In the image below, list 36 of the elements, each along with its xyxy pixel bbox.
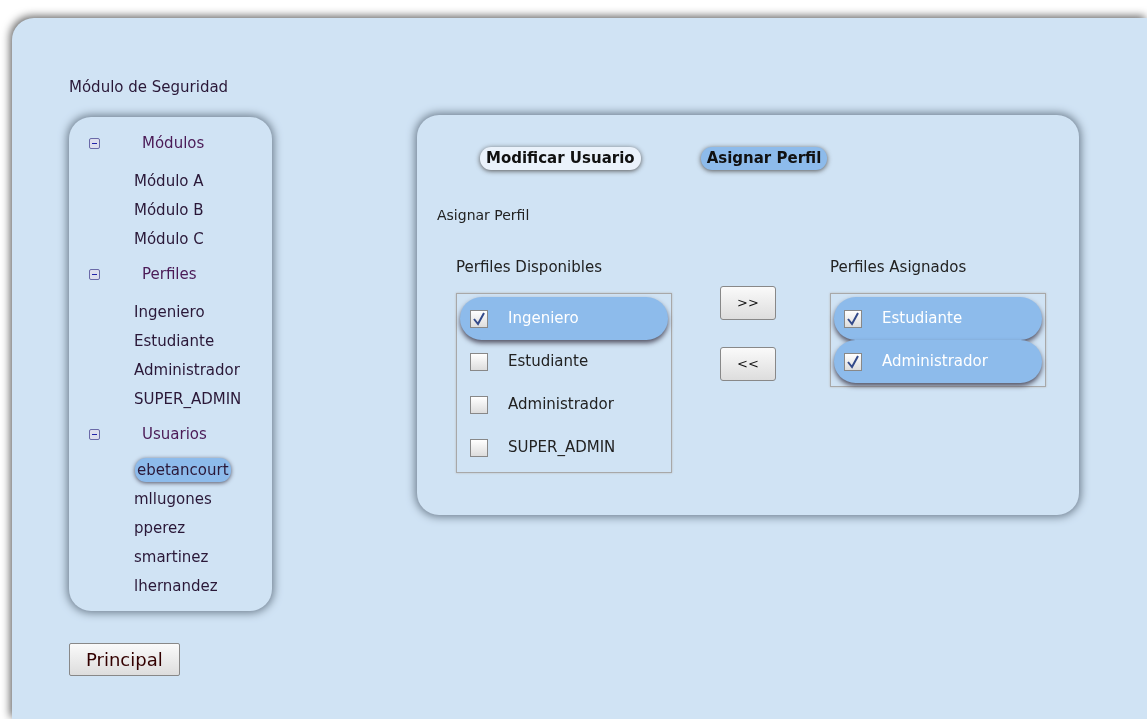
tree-item[interactable]: Módulo C [132,224,206,254]
checkbox[interactable] [470,395,488,414]
tree-item[interactable]: Módulo A [132,166,206,196]
tree-group-label[interactable]: Módulos [142,132,205,155]
checkbox[interactable] [470,352,488,371]
section-title: Asignar Perfil [437,205,531,225]
list-item[interactable]: Estudiante [460,340,668,383]
tab[interactable]: Asignar Perfil [700,147,828,170]
tree-item[interactable]: Estudiante [132,326,217,356]
move-button[interactable]: >> [720,285,776,320]
page-title: Módulo de Seguridad [69,77,229,98]
collapse-icon[interactable] [89,269,100,280]
tree-group-label[interactable]: Perfiles [142,263,197,286]
list-label: Perfiles Asignados [830,256,968,278]
tab[interactable]: Modificar Usuario [480,147,641,170]
collapse-icon[interactable] [89,138,100,149]
list-item[interactable]: SUPER_ADMIN [460,426,668,469]
checkbox[interactable] [844,352,862,371]
principal-button[interactable]: Principal [69,642,180,676]
checkbox[interactable] [844,309,862,328]
tree-item[interactable]: mllugones [132,484,214,514]
checkbox[interactable] [470,438,488,457]
list-item[interactable]: Administrador [460,383,668,426]
tree-group-label[interactable]: Usuarios [142,423,207,446]
list-label: Perfiles Disponibles [456,256,603,278]
move-button[interactable]: << [720,346,776,381]
tree-item[interactable]: Módulo B [132,195,206,225]
tree-item[interactable]: lhernandez [132,571,220,601]
tree-item[interactable]: Administrador [132,355,242,385]
tree-item[interactable]: ebetancourt [135,457,231,482]
tree-item[interactable]: SUPER_ADMIN [132,384,244,414]
tree-item[interactable]: pperez [132,513,188,543]
collapse-icon[interactable] [89,429,100,440]
tree-item[interactable]: Ingeniero [132,297,207,327]
checkbox[interactable] [470,309,488,328]
tree-item[interactable]: smartinez [132,542,211,572]
